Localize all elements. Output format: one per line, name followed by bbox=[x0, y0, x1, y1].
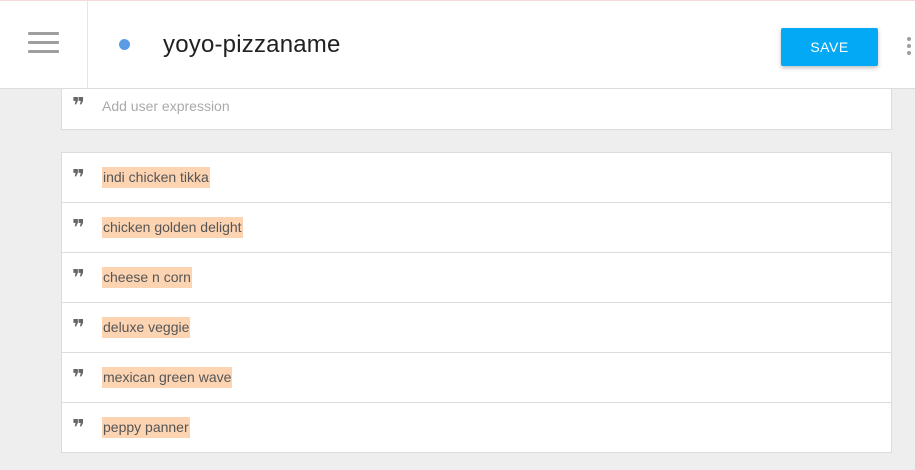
format-quote-icon: ❞ bbox=[72, 216, 85, 241]
page-title: yoyo-pizzaname bbox=[163, 31, 341, 58]
list-item[interactable]: ❞ indi chicken tikka bbox=[62, 153, 891, 203]
expression-text[interactable]: mexican green wave bbox=[102, 367, 233, 388]
menu-area bbox=[0, 1, 88, 89]
expression-text[interactable]: cheese n corn bbox=[102, 267, 192, 288]
hamburger-menu-icon[interactable] bbox=[28, 32, 59, 54]
list-item[interactable]: ❞ peppy panner bbox=[62, 403, 891, 452]
expression-text[interactable]: peppy panner bbox=[102, 417, 190, 438]
expression-text[interactable]: deluxe veggie bbox=[102, 317, 191, 338]
save-button[interactable]: SAVE bbox=[781, 28, 878, 66]
list-item[interactable]: ❞ mexican green wave bbox=[62, 353, 891, 403]
top-bar: yoyo-pizzaname SAVE bbox=[0, 0, 915, 89]
format-quote-icon: ❞ bbox=[72, 366, 85, 391]
status-dot bbox=[119, 39, 130, 50]
main-content: ❞ ❞ indi chicken tikka ❞ chicken golden … bbox=[0, 89, 915, 470]
add-expression-box: ❞ bbox=[61, 89, 892, 130]
list-item[interactable]: ❞ chicken golden delight bbox=[62, 203, 891, 253]
format-quote-icon: ❞ bbox=[72, 94, 85, 119]
expression-list: ❞ indi chicken tikka ❞ chicken golden de… bbox=[61, 152, 892, 453]
expression-text[interactable]: indi chicken tikka bbox=[102, 167, 210, 188]
expression-text[interactable]: chicken golden delight bbox=[102, 217, 243, 238]
list-item[interactable]: ❞ cheese n corn bbox=[62, 253, 891, 303]
more-vertical-icon[interactable] bbox=[905, 37, 913, 57]
format-quote-icon: ❞ bbox=[72, 316, 85, 341]
format-quote-icon: ❞ bbox=[72, 266, 85, 291]
list-item[interactable]: ❞ deluxe veggie bbox=[62, 303, 891, 353]
format-quote-icon: ❞ bbox=[72, 166, 85, 191]
add-user-expression-input[interactable] bbox=[102, 95, 882, 117]
format-quote-icon: ❞ bbox=[72, 416, 85, 441]
